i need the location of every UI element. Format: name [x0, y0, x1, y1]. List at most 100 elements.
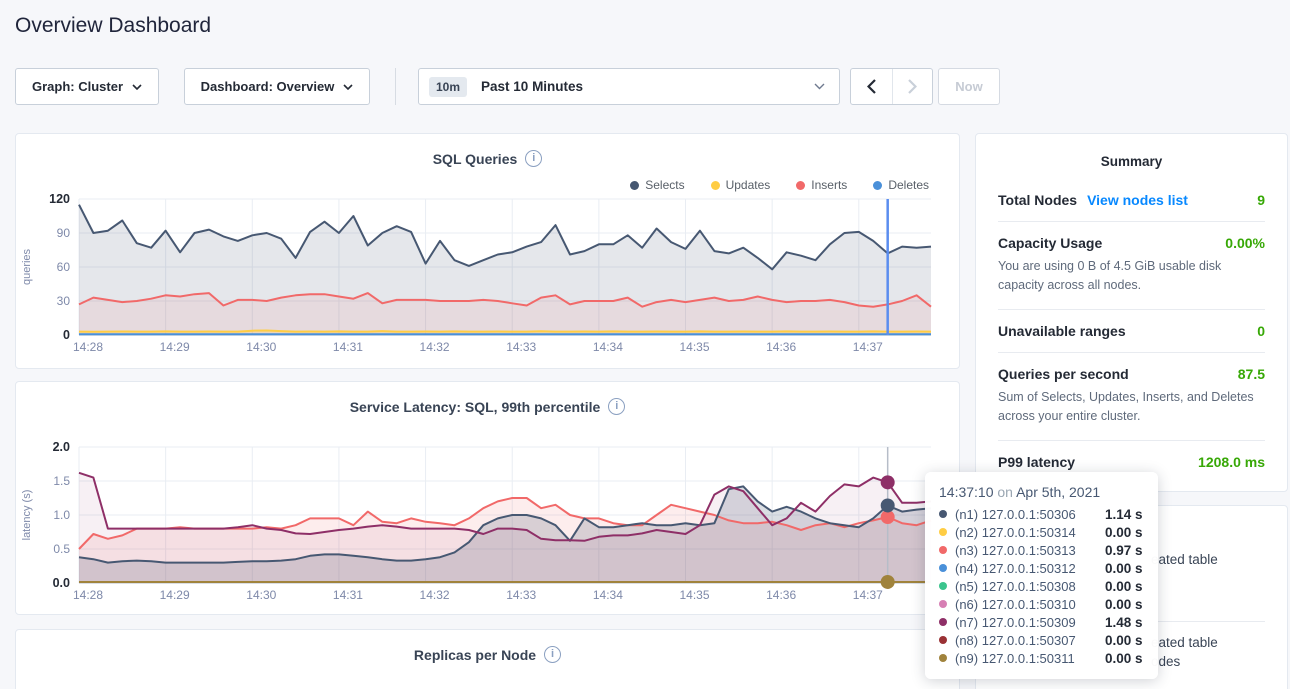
legend-item-updates[interactable]: Updates [711, 178, 771, 192]
page-title: Overview Dashboard [15, 14, 211, 38]
svg-text:queries: queries [21, 248, 33, 285]
node-color-dot [939, 600, 947, 608]
svg-text:14:36: 14:36 [766, 588, 796, 602]
svg-text:14:35: 14:35 [679, 588, 709, 602]
svg-text:14:36: 14:36 [766, 340, 796, 354]
chevron-right-icon [908, 79, 917, 94]
svg-text:14:31: 14:31 [333, 340, 363, 354]
time-range-picker[interactable]: 10m Past 10 Minutes [418, 68, 840, 105]
node-address: (n6) 127.0.0.1:50310 [955, 597, 1105, 612]
graph-dropdown[interactable]: Graph: Cluster [15, 68, 159, 105]
time-range-label: Past 10 Minutes [481, 79, 583, 94]
view-nodes-list-link[interactable]: View nodes list [1087, 192, 1188, 208]
now-button[interactable]: Now [938, 68, 1000, 105]
tooltip-date: Apr 5th, 2021 [1016, 484, 1100, 500]
time-next-button[interactable] [892, 69, 933, 104]
svg-text:90: 90 [57, 226, 71, 240]
time-prev-button[interactable] [851, 69, 892, 104]
svg-text:latency (s): latency (s) [21, 490, 33, 541]
node-value: 0.00 s [1105, 597, 1143, 612]
svg-text:14:32: 14:32 [420, 340, 450, 354]
svg-text:14:33: 14:33 [506, 588, 536, 602]
p99-latency-label: P99 latency [998, 454, 1075, 470]
node-value: 0.00 s [1105, 525, 1143, 540]
replicas-per-node-panel: Replicas per Node i [15, 629, 960, 689]
node-address: (n2) 127.0.0.1:50314 [955, 525, 1105, 540]
total-nodes-value: 9 [1257, 192, 1265, 208]
sql-queries-chart[interactable]: 030609012014:2814:2914:3014:3114:3214:33… [16, 193, 961, 363]
svg-text:14:32: 14:32 [420, 588, 450, 602]
unavailable-ranges-label: Unavailable ranges [998, 323, 1126, 339]
svg-text:120: 120 [49, 192, 70, 206]
sql-queries-title: SQL Queries [433, 151, 518, 167]
info-icon[interactable]: i [608, 398, 625, 415]
legend-label: Updates [726, 178, 771, 192]
node-value: 0.00 s [1105, 633, 1143, 648]
summary-panel: Summary Total Nodes View nodes list 9 Ca… [975, 133, 1288, 492]
tooltip-on: on [994, 484, 1017, 500]
node-color-dot [939, 510, 947, 518]
svg-text:14:37: 14:37 [853, 588, 883, 602]
sql-queries-legend: Selects Updates Inserts Deletes [630, 178, 929, 192]
node-value: 1.14 s [1105, 507, 1143, 522]
node-address: (n3) 127.0.0.1:50313 [955, 543, 1105, 558]
service-latency-title: Service Latency: SQL, 99th percentile [350, 399, 601, 415]
node-value: 0.00 s [1105, 561, 1143, 576]
summary-row-capacity: Capacity Usage 0.00% You are using 0 B o… [998, 222, 1265, 310]
chevron-down-icon [814, 83, 825, 90]
service-latency-panel: Service Latency: SQL, 99th percentile i … [15, 381, 960, 615]
node-address: (n5) 127.0.0.1:50308 [955, 579, 1105, 594]
legend-dot [630, 181, 639, 190]
unavailable-ranges-value: 0 [1257, 323, 1265, 339]
capacity-value: 0.00% [1225, 235, 1265, 251]
chevron-down-icon [343, 84, 353, 90]
node-address: (n7) 127.0.0.1:50309 [955, 615, 1105, 630]
node-color-dot [939, 618, 947, 626]
svg-text:2.0: 2.0 [53, 440, 70, 454]
node-value: 1.48 s [1105, 615, 1143, 630]
total-nodes-label: Total Nodes [998, 192, 1077, 208]
dashboard-dropdown-label: Dashboard: Overview [201, 79, 335, 94]
info-icon[interactable]: i [544, 646, 561, 663]
legend-item-inserts[interactable]: Inserts [796, 178, 847, 192]
node-color-dot [939, 546, 947, 554]
svg-text:0.5: 0.5 [53, 542, 70, 556]
summary-row-total-nodes: Total Nodes View nodes list 9 [998, 179, 1265, 222]
node-color-dot [939, 636, 947, 644]
tooltip-node-row: (n4) 127.0.0.1:503120.00 s [939, 559, 1144, 577]
svg-text:14:30: 14:30 [246, 588, 276, 602]
node-color-dot [939, 564, 947, 572]
dashboard-dropdown[interactable]: Dashboard: Overview [184, 68, 370, 105]
node-color-dot [939, 528, 947, 536]
svg-text:14:30: 14:30 [246, 340, 276, 354]
node-value: 0.00 s [1105, 579, 1143, 594]
info-icon[interactable]: i [525, 150, 542, 167]
svg-text:14:37: 14:37 [853, 340, 883, 354]
svg-text:0.0: 0.0 [53, 576, 70, 590]
svg-text:14:35: 14:35 [679, 340, 709, 354]
legend-dot [711, 181, 720, 190]
tooltip-node-row: (n8) 127.0.0.1:503070.00 s [939, 631, 1144, 649]
tooltip-node-row: (n7) 127.0.0.1:503091.48 s [939, 613, 1144, 631]
svg-text:14:28: 14:28 [73, 340, 103, 354]
time-step-buttons [850, 68, 933, 105]
node-color-dot [939, 582, 947, 590]
svg-text:30: 30 [57, 294, 71, 308]
legend-item-deletes[interactable]: Deletes [873, 178, 929, 192]
qps-desc: Sum of Selects, Updates, Inserts, and De… [998, 388, 1265, 427]
p99-latency-value: 1208.0 ms [1198, 454, 1265, 470]
node-address: (n9) 127.0.0.1:50311 [955, 651, 1105, 666]
time-range-badge: 10m [429, 77, 467, 97]
toolbar: Graph: Cluster Dashboard: Overview 10m P… [0, 68, 1290, 106]
legend-dot [796, 181, 805, 190]
svg-text:1.0: 1.0 [53, 508, 70, 522]
chevron-down-icon [132, 84, 142, 90]
legend-dot [873, 181, 882, 190]
summary-title: Summary [976, 134, 1287, 179]
legend-item-selects[interactable]: Selects [630, 178, 684, 192]
node-address: (n4) 127.0.0.1:50312 [955, 561, 1105, 576]
event-text-fragment: eated table [1151, 552, 1218, 567]
service-latency-chart[interactable]: 0.00.51.01.52.014:2814:2914:3014:3114:32… [16, 441, 961, 611]
graph-dropdown-label: Graph: Cluster [32, 79, 123, 94]
legend-label: Selects [645, 178, 684, 192]
